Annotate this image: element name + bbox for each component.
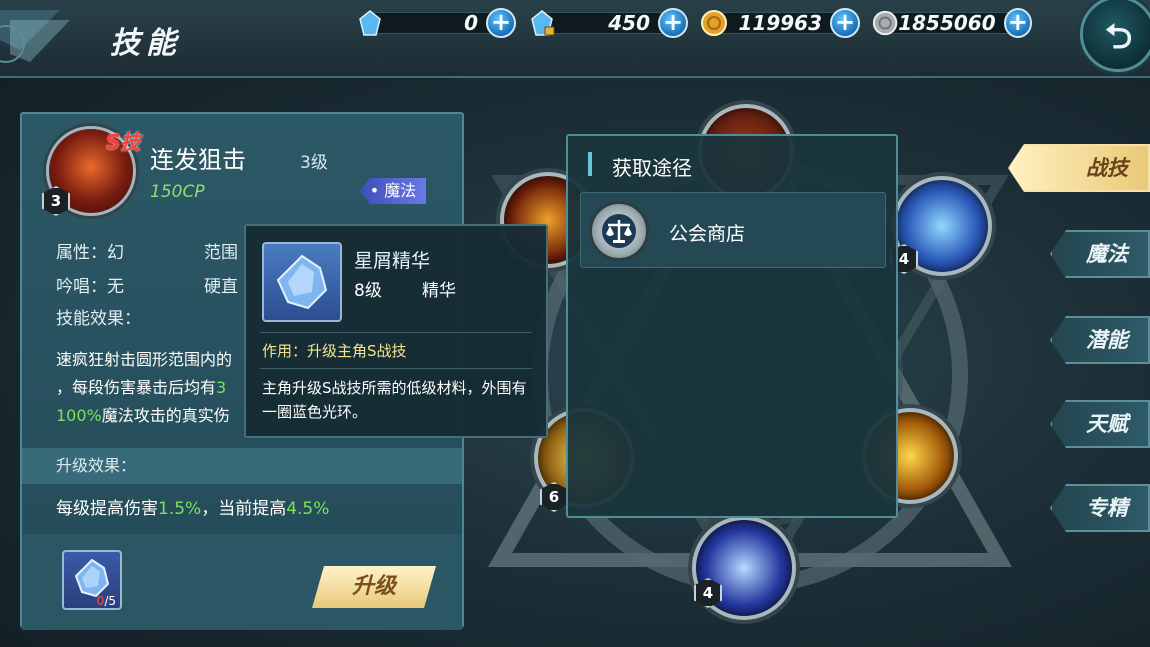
skill-cp: 150CP bbox=[150, 182, 205, 202]
add-bound-crystal-button[interactable]: + bbox=[658, 8, 688, 38]
title-accent bbox=[588, 152, 592, 176]
range-label: 范围 bbox=[204, 243, 238, 263]
page-title: 技能 bbox=[110, 26, 182, 61]
tab-mastery[interactable]: 专精 bbox=[1050, 484, 1150, 532]
upgrade-effect-header: 升级效果： bbox=[22, 448, 462, 484]
acquire-route-guild-shop[interactable]: 公会商店 bbox=[580, 192, 886, 268]
item-use: 作用：升级主角S战技 bbox=[262, 342, 407, 360]
item-icon bbox=[262, 242, 342, 322]
crystal-count: 0 bbox=[464, 11, 478, 35]
item-level: 8级 bbox=[354, 281, 382, 301]
upgrade-button[interactable]: 升级 bbox=[312, 566, 436, 608]
item-description: 主角升级S战技所需的低级材料，外围有一圈蓝色光环。 bbox=[262, 379, 527, 421]
effect-label: 技能效果： bbox=[56, 309, 141, 329]
tab-combat-skill[interactable]: 战技 bbox=[1008, 144, 1150, 192]
chant-label: 吟唱：无 bbox=[56, 277, 124, 297]
item-type: 精华 bbox=[422, 281, 456, 301]
item-tooltip: 星屑精华 8级 精华 作用：升级主角S战技 主角升级S战技所需的低级材料，外围有… bbox=[244, 224, 548, 438]
effect-line: 100%魔法攻击的真实伤 bbox=[56, 406, 230, 425]
skill-name: 连发狙击 bbox=[150, 146, 246, 174]
gold-count: 119963 bbox=[738, 11, 823, 35]
resource-crystal: 0 + bbox=[356, 6, 516, 40]
resource-bound-crystal: 450 + bbox=[528, 6, 688, 40]
silver-count: 1855060 bbox=[898, 11, 996, 35]
tab-magic[interactable]: 魔法 bbox=[1050, 230, 1150, 278]
resource-gold: 119963 + bbox=[700, 6, 860, 40]
item-name: 星屑精华 bbox=[354, 250, 431, 272]
attribute-label: 属性：幻 bbox=[56, 243, 124, 263]
resource-silver: 1855060 + bbox=[872, 6, 1032, 40]
star-dust-essence-icon bbox=[276, 254, 328, 310]
divider bbox=[260, 368, 532, 369]
tab-potential[interactable]: 潜能 bbox=[1050, 316, 1150, 364]
skill-level: 3级 bbox=[300, 153, 328, 173]
tag-label: 魔法 bbox=[384, 181, 417, 200]
gold-coin-icon bbox=[701, 10, 727, 36]
scale-icon bbox=[602, 214, 636, 248]
back-button[interactable]: ⮌ bbox=[1080, 0, 1150, 72]
silver-coin-icon bbox=[872, 10, 898, 36]
material-slot[interactable]: 0/5 bbox=[62, 550, 122, 610]
divider bbox=[260, 332, 532, 333]
skill-effect-description: 速疯狂射击圆形范围内的 ，每段伤害暴击后均有3 100%魔法攻击的真实伤 bbox=[56, 346, 256, 430]
effect-line: 速疯狂射击圆形范围内的 bbox=[56, 350, 233, 369]
back-arrow-icon: ⮌ bbox=[1105, 17, 1133, 57]
stiffness-label: 硬直 bbox=[204, 277, 238, 297]
wing-decoration-icon bbox=[0, 10, 70, 63]
bound-crystal-icon bbox=[531, 10, 555, 36]
acquire-title: 获取途径 bbox=[612, 156, 692, 180]
s-skill-badge: S技 bbox=[106, 130, 141, 154]
tab-talent[interactable]: 天赋 bbox=[1050, 400, 1150, 448]
crystal-icon bbox=[359, 10, 381, 36]
top-bar: 技能 0 + 450 + 119963 + 1855060 + ⮌ bbox=[0, 0, 1150, 78]
upgrade-effect-text: 每级提高伤害1.5%，当前提高4.5% bbox=[56, 499, 330, 519]
guild-shop-scale-icon bbox=[589, 201, 649, 261]
acquire-route-panel: 获取途径 公会商店 bbox=[566, 134, 898, 518]
acquire-route-label: 公会商店 bbox=[669, 223, 746, 245]
material-count: 0/5 bbox=[96, 594, 116, 608]
bound-crystal-count: 450 bbox=[608, 11, 650, 35]
effect-line: ，每段伤害暴击后均有3 bbox=[56, 378, 227, 397]
add-gold-button[interactable]: + bbox=[830, 8, 860, 38]
skill-type-tag: • 魔法 bbox=[360, 178, 426, 204]
tag-dot-icon: • bbox=[369, 181, 385, 200]
add-crystal-button[interactable]: + bbox=[486, 8, 516, 38]
add-silver-button[interactable]: + bbox=[1003, 8, 1032, 38]
